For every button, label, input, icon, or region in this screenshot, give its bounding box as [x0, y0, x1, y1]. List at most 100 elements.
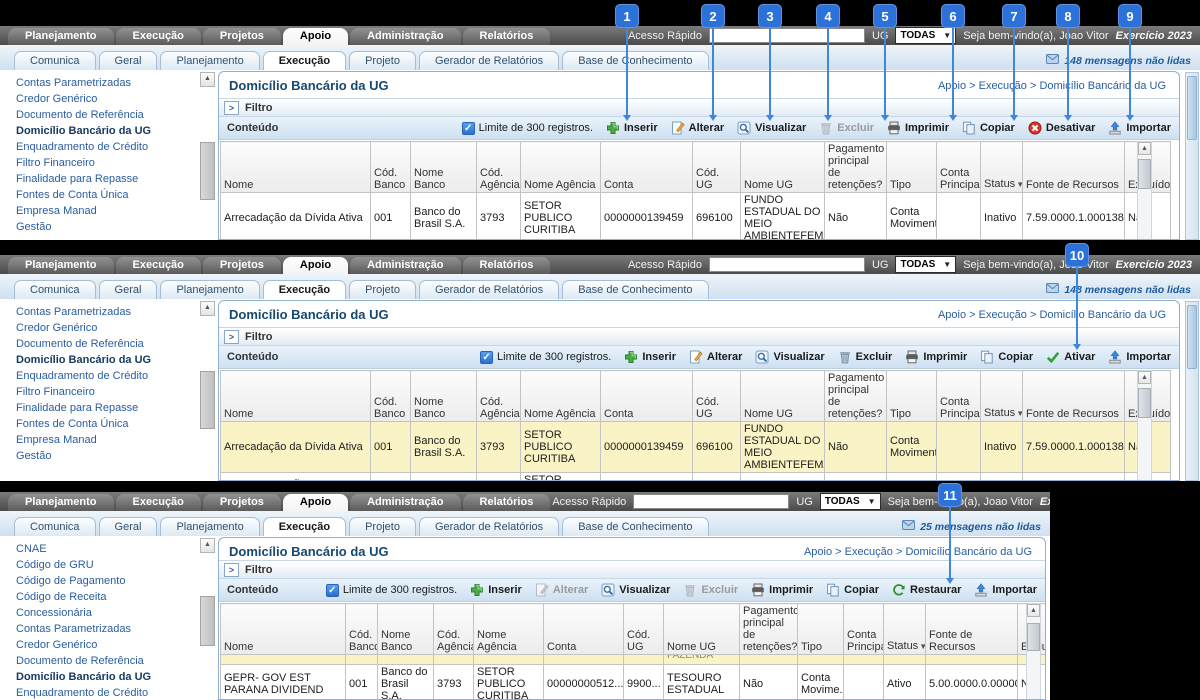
nav-tab-apoio[interactable]: Apoio [283, 494, 348, 511]
window-scroll-thumb[interactable] [1187, 305, 1197, 369]
excluir-button[interactable]: Excluir [838, 350, 893, 364]
inserir-button[interactable]: Inserir [606, 121, 658, 135]
nav-tab-planejamento[interactable]: Planejamento [8, 494, 114, 511]
table-row[interactable]: FAZENDA [221, 655, 1047, 665]
sidebar-scrollbar[interactable]: ▲ [200, 72, 214, 240]
sidebar-item-filtro-financeiro[interactable]: Filtro Financeiro [0, 155, 216, 171]
nav-tab-projetos[interactable]: Projetos [203, 257, 281, 274]
sidebar-item-fontes-de-conta-unica[interactable]: Fontes de Conta Única [0, 187, 216, 203]
sidebar-item-contas-parametrizadas[interactable]: Contas Parametrizadas [0, 304, 216, 320]
sidebar-item-codigo-de-gru[interactable]: Código de GRU [0, 557, 216, 573]
scroll-up-icon[interactable]: ▲ [200, 538, 215, 553]
importar-button[interactable]: Importar [1108, 121, 1171, 135]
sort-desc-icon[interactable]: ▼ [1016, 409, 1022, 418]
scroll-up-icon[interactable]: ▲ [1138, 371, 1151, 384]
nav-tab-apoio[interactable]: Apoio [283, 257, 348, 274]
sidebar-item-concessionaria[interactable]: Concessionária [0, 605, 216, 621]
sidebar-scroll-thumb[interactable] [200, 142, 215, 200]
sidebar-item-contas-parametrizadas[interactable]: Contas Parametrizadas [0, 75, 216, 91]
sidebar-scrollbar[interactable]: ▲ [200, 301, 214, 481]
copiar-button[interactable]: Copiar [980, 350, 1033, 364]
sidebar-item-enquadramento-de-credito[interactable]: Enquadramento de Crédito [0, 139, 216, 155]
nav-tab-projetos[interactable]: Projetos [203, 494, 281, 511]
copiar-button[interactable]: Copiar [826, 583, 879, 597]
table-scrollbar[interactable]: ▲ [1137, 370, 1153, 481]
breadcrumb[interactable]: Apoio > Execução > Domicílio Bancário da… [804, 546, 1032, 558]
sidebar-item-finalidade-para-repasse[interactable]: Finalidade para Repasse [0, 400, 216, 416]
sidebar-item-documento-de-referencia[interactable]: Documento de Referência [0, 336, 216, 352]
module-tab-base-de-conhecimento[interactable]: Base de Conhecimento [562, 517, 708, 536]
module-tab-comunica[interactable]: Comunica [14, 280, 96, 299]
ativar-button[interactable]: Ativar [1046, 350, 1095, 364]
desativar-button[interactable]: Desativar [1028, 121, 1096, 135]
inserir-button[interactable]: Inserir [470, 583, 522, 597]
table-scroll-track[interactable] [1137, 370, 1152, 481]
filter-expand-button[interactable]: > [224, 101, 239, 115]
ug-select[interactable]: TODAS▼ [895, 27, 956, 44]
sidebar-item-gestao[interactable]: Gestão [0, 448, 216, 464]
unread-messages[interactable]: 25 mensagens não lidas [902, 520, 1041, 533]
table-row[interactable]: ARRECADAÇÃO BIBLIOTECA PÚBLICA001Banco d… [221, 473, 1171, 482]
sidebar-item-enquadramento-de-credito[interactable]: Enquadramento de Crédito [0, 368, 216, 384]
window-scrollbar[interactable] [1185, 72, 1199, 240]
nav-tab-planejamento[interactable]: Planejamento [8, 28, 114, 45]
table-scrollbar[interactable]: ▲ [1137, 141, 1153, 240]
restaurar-button[interactable]: Restaurar [892, 583, 961, 597]
sidebar-item-credor-generico[interactable]: Credor Genérico [0, 320, 216, 336]
table-row[interactable]: GEPR- GOV EST PARANA DIVIDEND001Banco do… [221, 665, 1047, 700]
scroll-up-icon[interactable]: ▲ [200, 301, 215, 316]
window-scroll-thumb[interactable] [1187, 76, 1197, 140]
module-tab-gerador-de-relatorios[interactable]: Gerador de Relatórios [419, 51, 559, 70]
imprimir-button[interactable]: Imprimir [751, 583, 813, 597]
module-tab-execucao[interactable]: Execução [263, 280, 346, 299]
nav-tab-administracao[interactable]: Administração [350, 257, 460, 274]
module-tab-geral[interactable]: Geral [99, 280, 158, 299]
filter-expand-button[interactable]: > [224, 330, 239, 344]
copiar-button[interactable]: Copiar [962, 121, 1015, 135]
window-scrollbar[interactable] [1185, 301, 1199, 481]
sidebar-scroll-thumb[interactable] [200, 596, 215, 646]
inserir-button[interactable]: Inserir [624, 350, 676, 364]
sidebar-item-cnae[interactable]: CNAE [0, 541, 216, 557]
module-tab-planejamento[interactable]: Planejamento [160, 517, 259, 536]
module-tab-execucao[interactable]: Execução [263, 517, 346, 536]
ug-select[interactable]: TODAS▼ [820, 493, 881, 510]
sidebar-item-documento-de-referencia[interactable]: Documento de Referência [0, 653, 216, 669]
ug-select[interactable]: TODAS▼ [895, 256, 956, 273]
alterar-button[interactable]: Alterar [689, 350, 742, 364]
table-row[interactable]: Arrecadação da Dívida Ativa001Banco do B… [221, 193, 1171, 241]
filter-expand-button[interactable]: > [224, 563, 239, 577]
sidebar-item-gestao[interactable]: Gestão [0, 219, 216, 235]
limit-checkbox[interactable] [480, 351, 493, 364]
module-tab-comunica[interactable]: Comunica [14, 51, 96, 70]
module-tab-execucao[interactable]: Execução [263, 51, 346, 70]
sidebar-item-contas-parametrizadas[interactable]: Contas Parametrizadas [0, 621, 216, 637]
sidebar-item-domicilio-bancario-da-ug[interactable]: Domicílio Bancário da UG [0, 352, 216, 368]
visualizar-button[interactable]: Visualizar [601, 583, 670, 597]
nav-tab-execucao[interactable]: Execução [116, 494, 201, 511]
module-tab-base-de-conhecimento[interactable]: Base de Conhecimento [562, 51, 708, 70]
table-scroll-thumb[interactable] [1138, 388, 1151, 418]
sidebar-item-domicilio-bancario-da-ug[interactable]: Domicílio Bancário da UG [0, 123, 216, 139]
module-tab-planejamento[interactable]: Planejamento [160, 51, 259, 70]
unread-messages[interactable]: 148 mensagens não lidas [1046, 283, 1191, 296]
sidebar-item-fontes-de-conta-unica[interactable]: Fontes de Conta Única [0, 416, 216, 432]
quick-access-input[interactable] [709, 28, 865, 43]
nav-tab-planejamento[interactable]: Planejamento [8, 257, 114, 274]
table-scrollbar[interactable]: ▲ [1026, 603, 1042, 700]
nav-tab-projetos[interactable]: Projetos [203, 28, 281, 45]
quick-access-input[interactable] [633, 494, 789, 509]
importar-button[interactable]: Importar [974, 583, 1037, 597]
breadcrumb[interactable]: Apoio > Execução > Domicílio Bancário da… [938, 309, 1166, 321]
nav-tab-relatorios[interactable]: Relatórios [463, 257, 551, 274]
quick-access-input[interactable] [709, 257, 865, 272]
module-tab-base-de-conhecimento[interactable]: Base de Conhecimento [562, 280, 708, 299]
sidebar-item-empresa-manad[interactable]: Empresa Manad [0, 203, 216, 219]
sort-desc-icon[interactable]: ▼ [919, 642, 925, 651]
breadcrumb[interactable]: Apoio > Execução > Domicílio Bancário da… [938, 80, 1166, 92]
limit-checkbox[interactable] [326, 584, 339, 597]
imprimir-button[interactable]: Imprimir [905, 350, 967, 364]
visualizar-button[interactable]: Visualizar [755, 350, 824, 364]
nav-tab-execucao[interactable]: Execução [116, 28, 201, 45]
nav-tab-relatorios[interactable]: Relatórios [463, 28, 551, 45]
